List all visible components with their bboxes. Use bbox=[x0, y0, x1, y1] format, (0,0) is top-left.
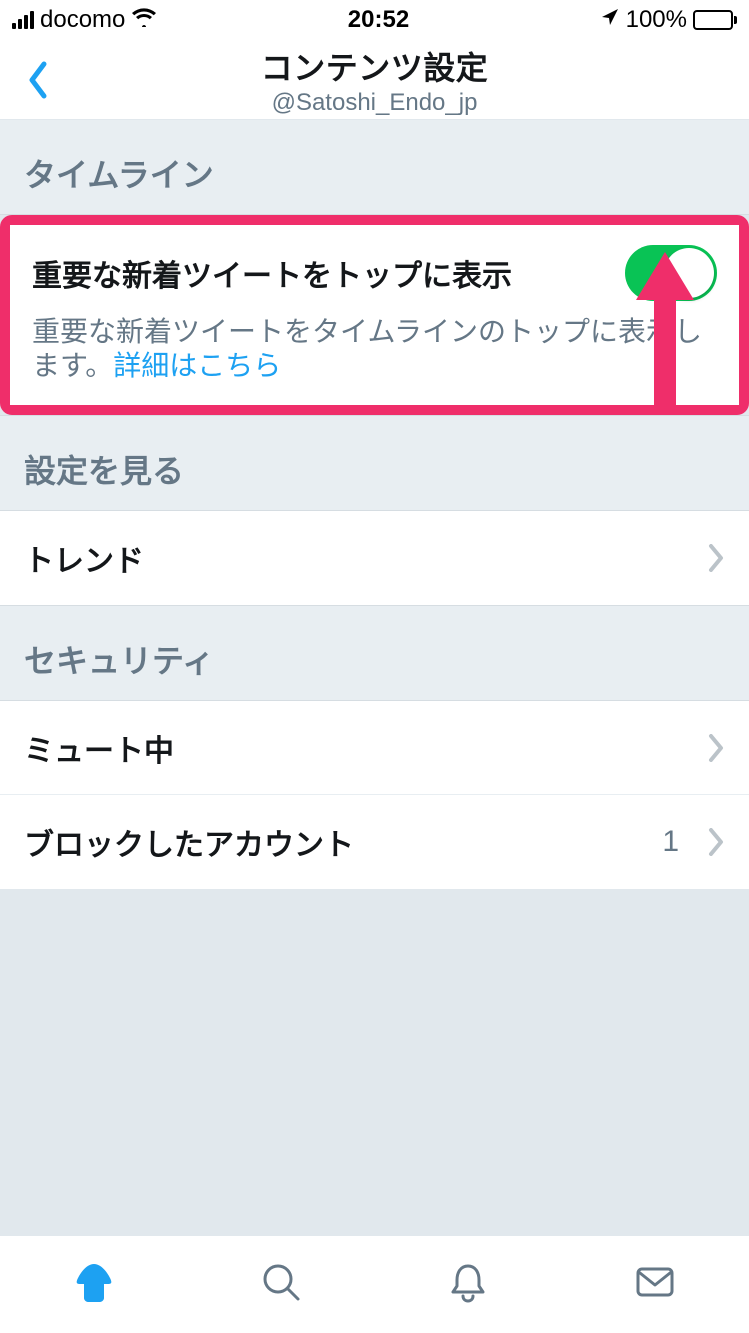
trends-cell[interactable]: トレンド bbox=[0, 511, 749, 605]
carrier-label: docomo bbox=[40, 6, 125, 34]
nav-title-wrap: コンテンツ設定 @Satoshi_Endo_jp bbox=[0, 43, 749, 117]
chevron-right-icon bbox=[707, 544, 725, 572]
top-tweets-toggle-label: 重要な新着ツイートをトップに表示 bbox=[32, 251, 605, 295]
status-right: 100% bbox=[600, 6, 737, 34]
location-icon bbox=[600, 6, 620, 34]
tab-search[interactable] bbox=[187, 1236, 374, 1333]
blocked-cell[interactable]: ブロックしたアカウント 1 bbox=[0, 795, 749, 889]
back-button[interactable] bbox=[18, 60, 58, 100]
tab-home[interactable] bbox=[0, 1236, 187, 1333]
top-tweets-toggle-description: 重要な新着ツイートをタイムラインのトップに表示します。詳細はこちら bbox=[32, 315, 717, 383]
blocked-count: 1 bbox=[662, 825, 679, 859]
status-bar: docomo 20:52 100% bbox=[0, 0, 749, 40]
clock: 20:52 bbox=[348, 6, 409, 34]
status-left: docomo bbox=[12, 6, 157, 34]
wifi-icon bbox=[131, 6, 157, 34]
trends-label: トレンド bbox=[24, 536, 144, 580]
nav-bar: コンテンツ設定 @Satoshi_Endo_jp bbox=[0, 40, 749, 120]
muted-cell[interactable]: ミュート中 bbox=[0, 701, 749, 795]
annotation-arrow-icon bbox=[636, 252, 694, 412]
tab-bar bbox=[0, 1235, 749, 1333]
settings-list: トレンド bbox=[0, 511, 749, 605]
section-header-security: セキュリティ bbox=[0, 605, 749, 701]
muted-label: ミュート中 bbox=[24, 726, 174, 770]
cellular-signal-icon bbox=[12, 11, 34, 29]
security-list: ミュート中 ブロックしたアカウント 1 bbox=[0, 701, 749, 889]
section-header-settings: 設定を見る bbox=[0, 415, 749, 511]
tab-messages[interactable] bbox=[562, 1236, 749, 1333]
search-icon bbox=[258, 1259, 304, 1310]
chevron-right-icon bbox=[707, 734, 725, 762]
learn-more-link[interactable]: 詳細はこちら bbox=[113, 350, 281, 381]
chevron-left-icon bbox=[26, 60, 50, 100]
page-title: コンテンツ設定 bbox=[0, 43, 749, 89]
home-icon bbox=[70, 1258, 118, 1311]
bell-icon bbox=[446, 1260, 490, 1309]
tab-notifications[interactable] bbox=[375, 1236, 562, 1333]
blocked-label: ブロックしたアカウント bbox=[24, 820, 354, 864]
page-subtitle: @Satoshi_Endo_jp bbox=[0, 89, 749, 117]
chevron-right-icon bbox=[707, 828, 725, 856]
battery-pct: 100% bbox=[626, 6, 687, 34]
mail-icon bbox=[632, 1259, 678, 1310]
top-tweets-toggle-cell: 重要な新着ツイートをトップに表示 重要な新着ツイートをタイムラインのトップに表示… bbox=[10, 225, 739, 405]
section-header-timeline: タイムライン bbox=[0, 120, 749, 215]
battery-icon bbox=[693, 10, 737, 30]
